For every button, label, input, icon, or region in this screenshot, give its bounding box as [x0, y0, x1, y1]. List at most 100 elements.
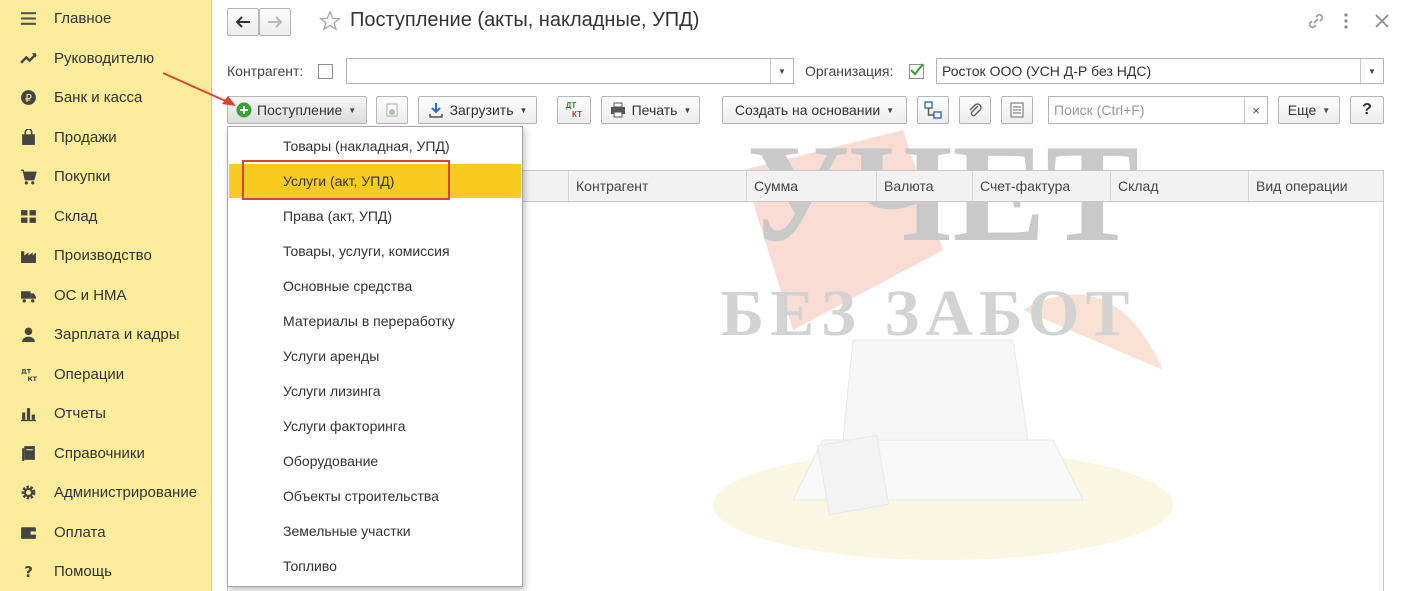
sidebar-item-label: Руководителю — [54, 49, 155, 67]
menu-item-goods[interactable]: Товары (накладная, УПД) — [229, 129, 521, 163]
sidebar-item-fixed-assets[interactable]: ОС и НМА — [0, 280, 212, 310]
sidebar-item-reports[interactable]: Отчеты — [0, 398, 212, 428]
star-favorite-icon[interactable] — [319, 10, 341, 32]
more-button[interactable]: Еще ▼ — [1278, 96, 1340, 124]
receipt-create-button[interactable]: Поступление ▼ — [227, 96, 367, 124]
organization-label: Организация: — [805, 63, 894, 79]
forward-button[interactable] — [259, 8, 291, 36]
warehouse-boxes-icon — [19, 207, 37, 225]
sidebar-item-label: Администрирование — [54, 483, 198, 501]
attach-button[interactable] — [959, 96, 991, 124]
help-button[interactable]: ? — [1350, 96, 1384, 124]
menu-item-equipment[interactable]: Оборудование — [229, 444, 521, 478]
organization-value: Росток ООО (УСН Д-Р без НДС) — [942, 63, 1152, 79]
menu-item-land[interactable]: Земельные участки — [229, 514, 521, 548]
back-button[interactable] — [227, 8, 259, 36]
bar-chart-icon — [19, 404, 37, 422]
more-label: Еще — [1287, 102, 1317, 118]
col-invoice[interactable]: Счет-фактура — [972, 171, 1110, 201]
question-icon: ? — [19, 562, 37, 580]
close-icon[interactable] — [1375, 14, 1389, 28]
menu-item-services[interactable]: Услуги (акт, УПД) — [229, 164, 521, 198]
printer-icon — [610, 102, 625, 118]
chevron-down-icon: ▼ — [1322, 105, 1331, 115]
menu-item-materials-processing[interactable]: Материалы в переработку — [229, 304, 521, 338]
arrow-left-icon — [235, 16, 250, 28]
sidebar-item-salary[interactable]: Зарплата и кадры — [0, 319, 212, 349]
menu-item-fuel[interactable]: Топливо — [229, 549, 521, 583]
sidebar-item-label: Помощь — [54, 562, 112, 580]
sidebar-item-label: Банк и касса — [54, 88, 143, 106]
col-operation-type[interactable]: Вид операции — [1248, 171, 1383, 201]
sidebar-item-label: Покупки — [54, 167, 111, 185]
list-settings-button[interactable] — [1001, 96, 1033, 124]
menu-item-rent-services[interactable]: Услуги аренды — [229, 339, 521, 373]
col-counterparty[interactable]: Контрагент — [568, 171, 746, 201]
annotation-arrow-icon — [162, 72, 236, 106]
sidebar-item-label: Справочники — [54, 444, 145, 462]
load-label: Загрузить — [449, 102, 514, 118]
sidebar-item-main[interactable]: Главное — [0, 3, 212, 33]
receipt-dropdown-menu: Товары (накладная, УПД) Услуги (акт, УПД… — [227, 126, 523, 587]
sidebar-item-operations[interactable]: ДТ КТ Операции — [0, 359, 212, 389]
sidebar-item-production[interactable]: Производство — [0, 240, 212, 270]
download-icon — [428, 103, 443, 118]
organization-checkbox[interactable] — [909, 63, 924, 79]
link-icon[interactable] — [1307, 12, 1325, 30]
sidebar-item-label: ОС и НМА — [54, 286, 127, 304]
list-document-icon — [1010, 102, 1024, 118]
sidebar-item-label: Производство — [54, 246, 152, 264]
ruble-coin-icon: ₽ — [19, 88, 37, 106]
create-based-on-button[interactable]: Создать на основании ▼ — [722, 96, 907, 124]
search-input[interactable]: Поиск (Ctrl+F) × — [1048, 96, 1268, 124]
search-placeholder: Поиск (Ctrl+F) — [1054, 102, 1145, 118]
sidebar-item-manager[interactable]: Руководителю — [0, 43, 212, 73]
book-icon — [19, 444, 37, 462]
sidebar-item-help[interactable]: ? Помощь — [0, 556, 212, 586]
chevron-down-icon[interactable]: ▼ — [1360, 59, 1383, 83]
menu-item-fixed-assets[interactable]: Основные средства — [229, 269, 521, 303]
dt-kt-icon: ДТ — [565, 101, 577, 110]
counterparty-checkbox[interactable] — [318, 64, 333, 79]
print-button[interactable]: Печать ▼ — [601, 96, 700, 124]
sidebar-item-label: Склад — [54, 207, 98, 225]
checkmark-icon — [910, 63, 924, 76]
truck-icon — [19, 286, 37, 304]
counterparty-field[interactable]: ▼ — [346, 58, 794, 84]
menu-item-goods-services-commission[interactable]: Товары, услуги, комиссия — [229, 234, 521, 268]
copy-button[interactable] — [376, 96, 408, 124]
sidebar-item-label: Отчеты — [54, 404, 106, 422]
chevron-down-icon[interactable]: ▼ — [770, 59, 793, 83]
col-currency[interactable]: Валюта — [876, 171, 972, 201]
structure-button[interactable] — [917, 96, 949, 124]
load-button[interactable]: Загрузить ▼ — [418, 96, 537, 124]
page-title: Поступление (акты, накладные, УПД) — [350, 9, 700, 31]
sidebar-item-payment[interactable]: Оплата — [0, 517, 212, 547]
more-vertical-icon[interactable] — [1341, 12, 1351, 30]
organization-field[interactable]: Росток ООО (УСН Д-Р без НДС) ▼ — [936, 58, 1384, 84]
sidebar-item-directories[interactable]: Справочники — [0, 438, 212, 468]
svg-text:КТ: КТ — [27, 374, 37, 382]
cart-icon — [19, 167, 37, 185]
clear-icon[interactable]: × — [1244, 97, 1267, 123]
sidebar-item-label: Операции — [54, 365, 125, 383]
menu-lines-icon — [19, 9, 37, 27]
sidebar-item-warehouse[interactable]: Склад — [0, 201, 212, 231]
paperclip-icon — [969, 103, 982, 117]
dt-kt-button[interactable]: ДТ КТ — [557, 96, 591, 124]
chevron-down-icon: ▼ — [519, 105, 528, 115]
sidebar-item-label: Продажи — [54, 128, 117, 146]
menu-item-factoring-services[interactable]: Услуги факторинга — [229, 409, 521, 443]
print-label: Печать — [631, 102, 678, 118]
sidebar-item-admin[interactable]: Администрирование — [0, 477, 212, 507]
menu-item-construction[interactable]: Объекты строительства — [229, 479, 521, 513]
sidebar-item-purchases[interactable]: Покупки — [0, 161, 212, 191]
sidebar-item-sales[interactable]: Продажи — [0, 122, 212, 152]
col-amount[interactable]: Сумма — [746, 171, 876, 201]
menu-item-leasing-services[interactable]: Услуги лизинга — [229, 374, 521, 408]
receipt-label: Поступление — [257, 102, 343, 118]
trend-chart-icon — [19, 49, 37, 67]
menu-item-rights[interactable]: Права (акт, УПД) — [229, 199, 521, 233]
dt-kt-icon-bottom: КТ — [572, 110, 582, 119]
col-warehouse[interactable]: Склад — [1110, 171, 1248, 201]
